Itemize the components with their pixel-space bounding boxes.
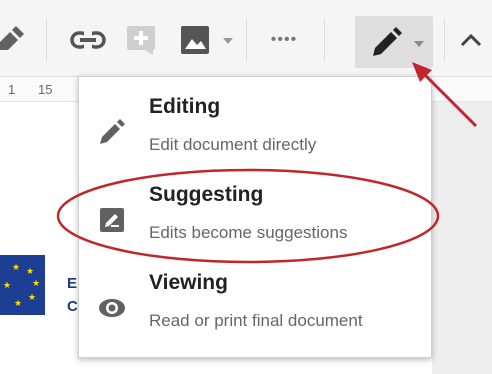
suggest-edit-icon [97, 205, 127, 235]
document-text: E [67, 275, 78, 292]
toolbar: •••• [0, 0, 492, 77]
image-icon[interactable] [178, 24, 212, 56]
ruler-mark: 15 [38, 82, 53, 97]
toolbar-separator [246, 18, 247, 62]
menu-item-title: Editing [149, 95, 221, 118]
pencil-icon [97, 117, 127, 147]
eye-icon [97, 293, 127, 323]
toolbar-separator [324, 18, 325, 62]
more-icon[interactable]: •••• [264, 30, 304, 50]
menu-item-description: Read or print final document [149, 311, 363, 330]
document-page [0, 102, 80, 374]
chevron-down-icon[interactable] [222, 36, 234, 46]
add-comment-icon[interactable] [124, 24, 158, 56]
ruler-mark: 1 [8, 82, 16, 97]
menu-item-description: Edits become suggestions [149, 223, 348, 242]
editing-mode-button[interactable] [355, 16, 433, 68]
eu-flag-image: ★ ★ ★ ★ ★ ★ [0, 255, 45, 315]
toolbar-separator [46, 18, 47, 62]
link-icon[interactable] [68, 26, 108, 54]
document-text: C [67, 298, 78, 315]
more-label: •••• [270, 31, 298, 48]
pencil-partial-icon[interactable] [0, 24, 34, 54]
menu-item-title: Suggesting [149, 183, 264, 206]
mode-menu: Editing Edit document directly Suggestin… [78, 76, 432, 358]
chevron-down-icon [414, 41, 424, 47]
pencil-icon [373, 27, 402, 56]
toolbar-separator [444, 18, 445, 62]
menu-item-title: Viewing [149, 271, 228, 294]
menu-item-viewing[interactable]: Viewing Read or print final document [79, 263, 431, 347]
menu-item-description: Edit document directly [149, 135, 317, 154]
menu-item-suggesting[interactable]: Suggesting Edits become suggestions [79, 175, 431, 259]
menu-item-editing[interactable]: Editing Edit document directly [79, 87, 431, 171]
document-margin [432, 102, 492, 374]
collapse-icon[interactable] [456, 26, 486, 54]
